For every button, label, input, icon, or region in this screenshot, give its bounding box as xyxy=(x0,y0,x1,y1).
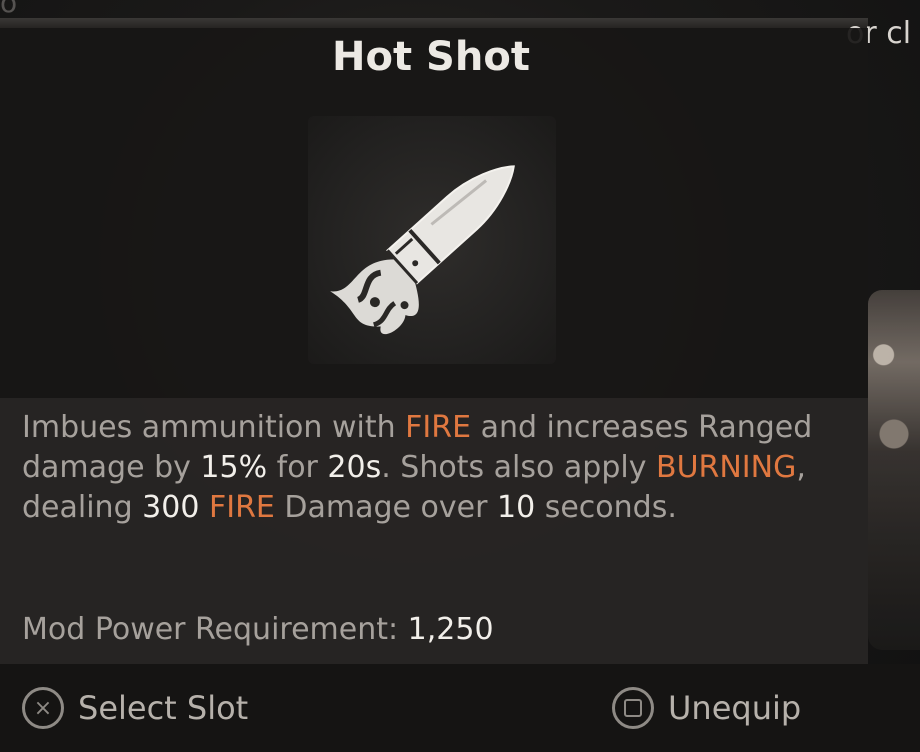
desc-value-percent: 15% xyxy=(200,450,268,485)
select-slot-button[interactable]: × Select Slot xyxy=(22,684,248,732)
requirement-value: 1,250 xyxy=(407,612,494,647)
mod-description: Imbues ammunition with FIRE and increase… xyxy=(22,408,852,528)
requirement-label: Mod Power Requirement: xyxy=(22,612,399,647)
select-slot-label: Select Slot xyxy=(78,689,249,727)
desc-value-duration: 20s xyxy=(327,450,382,485)
unequip-button[interactable]: Unequip xyxy=(612,684,801,732)
desc-value-seconds: 10 xyxy=(496,490,536,525)
background-armor-piece xyxy=(868,290,920,650)
desc-keyword-fire: FIRE xyxy=(208,490,275,525)
cross-button-icon: × xyxy=(22,687,64,729)
desc-part: for xyxy=(267,450,328,485)
desc-value-damage: 300 xyxy=(142,490,200,525)
desc-keyword-fire: FIRE xyxy=(405,410,472,445)
square-button-icon xyxy=(612,687,654,729)
mod-title: Hot Shot xyxy=(332,34,530,80)
background-text: o xyxy=(0,0,920,16)
desc-part: Damage over xyxy=(274,490,497,525)
desc-part: Imbues ammunition with xyxy=(22,410,406,445)
desc-part xyxy=(199,490,209,525)
panel-top-border xyxy=(0,18,868,28)
desc-part: . Shots also apply xyxy=(381,450,656,485)
mod-icon-frame xyxy=(308,116,556,364)
desc-part: seconds. xyxy=(535,490,677,525)
bullet-icon xyxy=(330,165,515,335)
desc-keyword-burning: BURNING xyxy=(655,450,797,485)
mod-power-requirement: Mod Power Requirement: 1,250 xyxy=(22,612,494,647)
unequip-label: Unequip xyxy=(668,689,802,727)
